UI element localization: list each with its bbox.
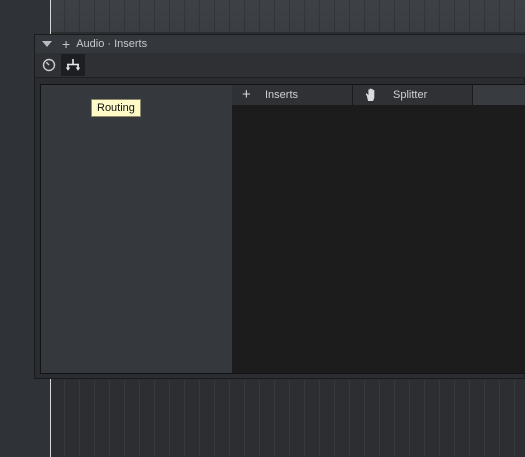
- panel-titlebar: + Audio · Inserts: [35, 35, 525, 54]
- insert-chain-header: + Inserts Splitter: [232, 85, 525, 106]
- audio-inserts-panel: + Audio · Inserts Routing + Inserts Spli…: [34, 34, 525, 379]
- track-lane-strip: [50, 0, 525, 32]
- hand-icon[interactable]: [365, 88, 378, 105]
- panel-title: Audio · Inserts: [76, 38, 148, 50]
- triangle-down-icon[interactable]: [42, 41, 52, 47]
- arrange-track-area-bottom: [50, 380, 525, 457]
- gauge-button[interactable]: [37, 54, 61, 76]
- inserts-label[interactable]: Inserts: [265, 89, 298, 101]
- header-divider: [472, 85, 473, 105]
- add-insert-button[interactable]: +: [242, 87, 251, 103]
- splitter-label[interactable]: Splitter: [393, 89, 427, 101]
- arrange-track-area-top: [50, 0, 525, 32]
- gauge-icon: [42, 58, 56, 72]
- inserts-content-area: Routing + Inserts Splitter: [40, 84, 525, 374]
- header-extra-slot: [472, 85, 525, 105]
- routing-tooltip: Routing: [91, 99, 141, 117]
- panel-toolbar: [35, 53, 525, 78]
- routing-icon: [65, 59, 81, 71]
- routing-button[interactable]: [61, 54, 85, 76]
- plus-icon[interactable]: +: [62, 37, 70, 51]
- routing-pane: Routing: [41, 85, 232, 373]
- header-divider: [352, 85, 353, 105]
- insert-chain-pane[interactable]: + Inserts Splitter: [232, 85, 525, 373]
